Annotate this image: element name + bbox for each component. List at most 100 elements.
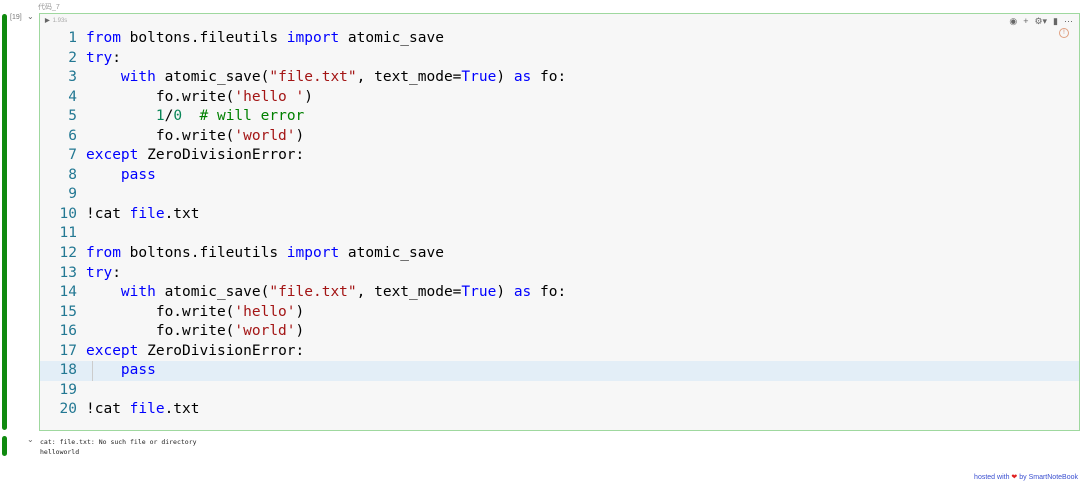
code-line[interactable]: 3 with atomic_save("file.txt", text_mode… bbox=[40, 68, 1079, 88]
line-number: 18 bbox=[59, 362, 77, 379]
code-token: , text_mode= bbox=[356, 284, 462, 301]
code-token: fo.write( bbox=[86, 88, 235, 105]
code-token: "file.txt" bbox=[269, 69, 357, 86]
trash-icon[interactable]: ▮ bbox=[1053, 16, 1058, 27]
code-token: 0 bbox=[173, 108, 183, 125]
code-token: ) bbox=[496, 69, 514, 86]
settings-icon[interactable]: ⚙▾ bbox=[1034, 16, 1047, 27]
code-line[interactable]: 4 fo.write('hello ') bbox=[40, 88, 1079, 108]
code-token: ) bbox=[304, 88, 313, 105]
code-token: 1 bbox=[155, 108, 165, 125]
code-token: 'world' bbox=[234, 127, 296, 144]
cell-toolbar: ◉ + ⚙▾ ▮ ⋯ bbox=[1009, 16, 1073, 27]
code-token: boltons.fileutils bbox=[120, 30, 287, 46]
code-line[interactable]: 13 try: bbox=[40, 264, 1079, 284]
code-token: import bbox=[286, 245, 340, 262]
code-line[interactable]: 17 except ZeroDivisionError: bbox=[40, 342, 1079, 362]
collapse-chevron-icon[interactable]: ⌄ bbox=[27, 12, 34, 21]
code-line[interactable]: 16 fo.write('world') bbox=[40, 322, 1079, 342]
heart-icon: ❤ bbox=[1011, 474, 1018, 481]
code-token: file bbox=[129, 401, 165, 418]
code-token: boltons.fileutils bbox=[120, 245, 287, 262]
code-token: ) bbox=[496, 284, 514, 301]
code-token: ) bbox=[295, 323, 305, 340]
code-token: as bbox=[513, 284, 532, 301]
plus-icon[interactable]: + bbox=[1023, 16, 1028, 27]
output-line: cat: file.txt: No such file or directory bbox=[40, 438, 197, 446]
run-time: 1.93s bbox=[52, 18, 68, 24]
line-number: 19 bbox=[59, 381, 77, 398]
execution-count: [19] bbox=[10, 14, 22, 21]
code-editor[interactable]: 1 from boltons.fileutils import atomic_sa… bbox=[40, 29, 1079, 420]
code-token: : bbox=[112, 264, 121, 281]
code-line[interactable]: 19 bbox=[40, 381, 1079, 401]
code-token: 'hello ' bbox=[234, 88, 305, 105]
code-token: atomic_save bbox=[339, 245, 444, 262]
footer-link[interactable]: by SmartNoteBook bbox=[1019, 474, 1078, 481]
line-number: 17 bbox=[59, 342, 77, 359]
footer: hosted with ❤ by SmartNoteBook bbox=[974, 473, 1078, 481]
code-token: from bbox=[86, 245, 121, 262]
line-number: 8 bbox=[68, 166, 77, 183]
code-cell[interactable]: ▶ 1.93s ◉ + ⚙▾ ▮ ⋯ ! 1 from boltons.fileut… bbox=[39, 13, 1080, 431]
code-line[interactable]: 14 with atomic_save("file.txt", text_mod… bbox=[40, 283, 1079, 303]
code-line[interactable]: 1 from boltons.fileutils import atomic_sa… bbox=[40, 29, 1079, 49]
output-status-bar[interactable] bbox=[2, 436, 7, 456]
code-token: True bbox=[461, 69, 497, 86]
code-token: !cat bbox=[86, 205, 130, 222]
eye-icon[interactable]: ◉ bbox=[1009, 16, 1017, 27]
code-line[interactable]: 20 !cat file.txt bbox=[40, 400, 1079, 420]
code-line[interactable]: 5 1/0 # will error bbox=[40, 107, 1079, 127]
code-token: # will error bbox=[199, 108, 305, 125]
more-icon[interactable]: ⋯ bbox=[1064, 16, 1073, 27]
code-token: ZeroDivisionError: bbox=[138, 342, 305, 359]
code-line[interactable]: 8 pass bbox=[40, 166, 1079, 186]
code-token: .txt bbox=[164, 205, 200, 222]
code-token: 'hello' bbox=[234, 303, 296, 320]
code-token: ) bbox=[295, 303, 305, 320]
line-number: 16 bbox=[59, 323, 77, 340]
output-collapse-chevron-icon[interactable]: ⌄ bbox=[27, 435, 34, 444]
code-token: try bbox=[86, 264, 113, 281]
code-token: fo: bbox=[531, 69, 567, 86]
cell-label: 代码_7 bbox=[38, 4, 60, 11]
cell-output: cat: file.txt: No such file or directory… bbox=[40, 437, 197, 457]
code-line[interactable]: 10 !cat file.txt bbox=[40, 205, 1079, 225]
code-line[interactable]: 9 bbox=[40, 185, 1079, 205]
code-token: pass bbox=[120, 166, 156, 183]
code-line[interactable]: 12 from boltons.fileutils import atomic_s… bbox=[40, 244, 1079, 264]
code-token: atomic_save bbox=[339, 30, 444, 46]
code-line[interactable]: 2 try: bbox=[40, 49, 1079, 69]
line-number: 12 bbox=[59, 245, 77, 262]
code-line[interactable]: 7 except ZeroDivisionError: bbox=[40, 146, 1079, 166]
line-number: 6 bbox=[68, 127, 77, 144]
code-line[interactable]: 6 fo.write('world') bbox=[40, 127, 1079, 147]
code-line[interactable]: 11 bbox=[40, 224, 1079, 244]
code-token: atomic_save( bbox=[155, 284, 270, 301]
run-button[interactable]: ▶ 1.93s bbox=[45, 17, 67, 24]
code-token: .txt bbox=[164, 401, 200, 418]
play-icon: ▶ bbox=[45, 18, 50, 24]
line-number: 14 bbox=[59, 284, 77, 301]
code-token: 'world' bbox=[234, 323, 296, 340]
code-token: / bbox=[164, 108, 174, 125]
line-number: 3 bbox=[68, 69, 77, 86]
code-token: file bbox=[129, 205, 165, 222]
code-line[interactable]: 18 pass bbox=[40, 361, 1079, 381]
code-token: pass bbox=[120, 362, 156, 379]
line-number: 10 bbox=[59, 205, 77, 222]
line-number: 11 bbox=[59, 225, 77, 242]
line-number: 2 bbox=[68, 49, 77, 66]
indent-guide bbox=[92, 361, 93, 381]
code-line[interactable]: 15 fo.write('hello') bbox=[40, 303, 1079, 323]
code-token: atomic_save( bbox=[155, 69, 270, 86]
code-token: fo.write( bbox=[86, 323, 235, 340]
code-token: as bbox=[513, 69, 532, 86]
code-token: fo: bbox=[531, 284, 567, 301]
cell-status-bar[interactable] bbox=[2, 14, 7, 430]
line-number: 7 bbox=[68, 147, 77, 164]
code-token: ZeroDivisionError: bbox=[138, 147, 305, 164]
